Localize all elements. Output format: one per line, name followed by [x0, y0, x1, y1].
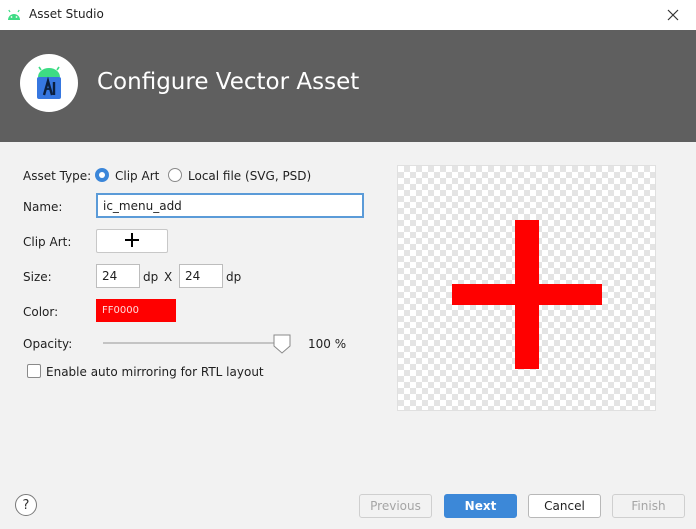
clip-art-button[interactable]	[96, 229, 168, 253]
page-title: Configure Vector Asset	[97, 69, 360, 95]
asset-preview	[397, 165, 656, 411]
radio-local-file-label[interactable]: Local file (SVG, PSD)	[188, 169, 311, 183]
next-button[interactable]: Next	[444, 494, 517, 518]
preview-plus-horizontal	[452, 284, 602, 305]
name-input[interactable]: ic_menu_add	[96, 193, 364, 218]
radio-clip-art-label[interactable]: Clip Art	[115, 169, 159, 183]
plus-icon	[125, 232, 139, 250]
window-title: Asset Studio	[29, 7, 104, 21]
radio-clip-art[interactable]	[95, 168, 109, 182]
close-icon[interactable]	[662, 4, 684, 26]
clip-art-label: Clip Art:	[23, 235, 72, 249]
cancel-button[interactable]: Cancel	[528, 494, 601, 518]
opacity-value: 100 %	[308, 337, 347, 351]
rtl-mirroring-label[interactable]: Enable auto mirroring for RTL layout	[46, 365, 264, 379]
opacity-label: Opacity:	[23, 337, 73, 351]
color-swatch[interactable]: FF0000	[96, 299, 176, 322]
height-unit: dp	[226, 270, 242, 284]
opacity-slider-track[interactable]	[103, 342, 289, 344]
radio-local-file[interactable]	[168, 168, 182, 182]
opacity-slider-thumb[interactable]	[273, 334, 291, 354]
wizard-header: Configure Vector Asset	[0, 30, 696, 142]
size-label: Size:	[23, 270, 52, 284]
height-input[interactable]: 24	[179, 264, 223, 288]
android-icon	[6, 7, 22, 21]
asset-type-label: Asset Type:	[23, 169, 92, 183]
title-bar: Asset Studio	[0, 0, 696, 30]
width-input[interactable]: 24	[96, 264, 140, 288]
size-separator: X	[164, 270, 173, 284]
previous-button[interactable]: Previous	[359, 494, 432, 518]
name-label: Name:	[23, 200, 63, 214]
rtl-mirroring-checkbox[interactable]	[27, 364, 41, 378]
help-button[interactable]: ?	[15, 494, 37, 516]
android-studio-logo-icon	[20, 54, 78, 112]
finish-button[interactable]: Finish	[612, 494, 685, 518]
color-label: Color:	[23, 305, 59, 319]
width-unit: dp	[143, 270, 159, 284]
